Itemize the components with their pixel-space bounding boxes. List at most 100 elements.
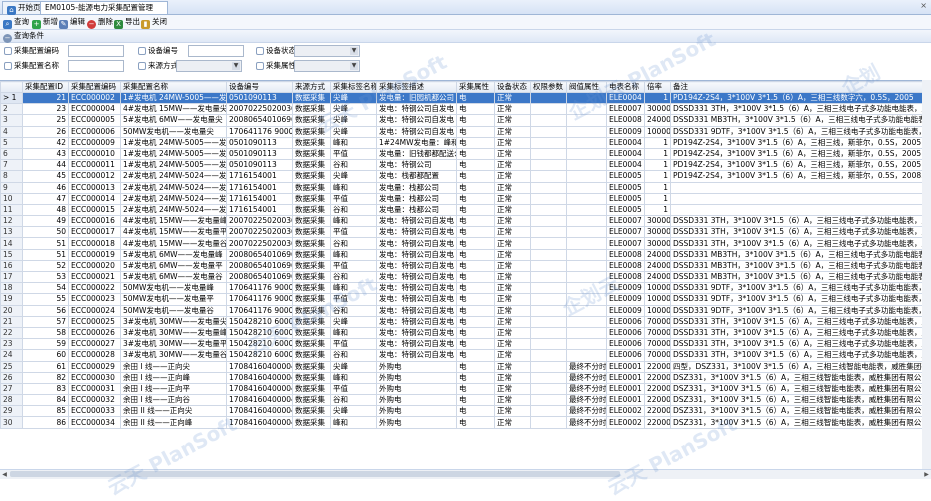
table-cell[interactable]: 数据采集 xyxy=(293,350,331,361)
table-cell[interactable]: DSSD331 9DTF，3*100V 3*1.5（6）A，三相三线电子式多功能… xyxy=(671,294,931,305)
table-cell[interactable]: 电 xyxy=(457,294,495,305)
table-cell[interactable] xyxy=(531,227,567,238)
table-cell[interactable]: 26 xyxy=(23,126,69,137)
table-cell[interactable] xyxy=(531,339,567,350)
row-number[interactable]: 18 xyxy=(1,283,23,294)
table-cell[interactable]: DSSD331 MB3TH，3*100V 3*1.5（6）A，三相三线电子式多功… xyxy=(671,260,931,271)
table-cell[interactable]: 谷和 xyxy=(331,350,377,361)
table-cell[interactable]: 51 xyxy=(23,238,69,249)
table-cell[interactable]: 平值 xyxy=(331,260,377,271)
table-cell[interactable]: 21 xyxy=(23,93,69,104)
column-header[interactable]: 采集配置ID xyxy=(23,82,69,93)
table-cell[interactable]: 170841604000040 xyxy=(227,372,293,383)
table-cell[interactable]: 发电：特钢公司自发电 xyxy=(377,249,457,260)
row-number[interactable]: 30 xyxy=(1,417,23,428)
table-cell[interactable]: 数据采集 xyxy=(293,137,331,148)
table-cell[interactable]: ELE0006 xyxy=(607,339,645,350)
table-cell[interactable]: 1#发电机 24MW-5005——发电量峰 xyxy=(121,137,227,148)
table-cell[interactable]: 正常 xyxy=(495,327,531,338)
table-cell[interactable]: 数据采集 xyxy=(293,260,331,271)
table-cell[interactable]: 发电量：旧园机都公司 xyxy=(377,93,457,104)
table-cell[interactable]: 电 xyxy=(457,193,495,204)
table-cell[interactable]: ELE0008 xyxy=(607,115,645,126)
table-cell[interactable]: 发电：特钢公司自发电 xyxy=(377,227,457,238)
table-cell[interactable] xyxy=(531,160,567,171)
table-cell[interactable]: 1 xyxy=(645,93,671,104)
table-cell[interactable]: ECC000018 xyxy=(69,238,121,249)
table-cell[interactable]: 谷和 xyxy=(331,204,377,215)
table-cell[interactable]: ECC000027 xyxy=(69,339,121,350)
table-row[interactable]: 643ECC0000101#发电机 24MW-5005——发电量平0501090… xyxy=(1,148,931,159)
table-row[interactable]: 2682ECC000030余田 I 线——正向峰170841604000040数… xyxy=(1,372,931,383)
table-cell[interactable]: DSSD331 3TH，3*100V 3*1.5（6）A，三相三线电子式多功能电… xyxy=(671,339,931,350)
table-cell[interactable] xyxy=(567,104,607,115)
checkbox-icon[interactable] xyxy=(138,47,146,55)
table-cell[interactable]: 0501090113 xyxy=(227,93,293,104)
table-cell[interactable]: 2#发电机 24MW-5024——发电量尖 xyxy=(121,171,227,182)
column-header[interactable]: 采集标签名称 xyxy=(331,82,377,93)
table-row[interactable]: 2783ECC000031余田 I 线——正向平170841604000040数… xyxy=(1,383,931,394)
delete-button[interactable]: −删除 xyxy=(87,16,113,28)
table-cell[interactable]: 峰和 xyxy=(331,417,377,428)
table-cell[interactable]: ECC000026 xyxy=(69,327,121,338)
table-cell[interactable]: ECC000010 xyxy=(69,148,121,159)
table-cell[interactable]: 发电：特钢公司自发电 xyxy=(377,283,457,294)
table-cell[interactable]: 1 xyxy=(645,171,671,182)
table-cell[interactable]: 正常 xyxy=(495,93,531,104)
table-cell[interactable]: 170841604000040 xyxy=(227,361,293,372)
row-number[interactable]: 15 xyxy=(1,249,23,260)
table-cell[interactable]: 24000 xyxy=(645,272,671,283)
table-cell[interactable] xyxy=(531,350,567,361)
table-cell[interactable]: 峰和 xyxy=(331,372,377,383)
table-cell[interactable]: 220000 xyxy=(645,372,671,383)
table-cell[interactable]: 1 xyxy=(645,137,671,148)
table-cell[interactable]: ECC000011 xyxy=(69,160,121,171)
column-header[interactable]: 采集标签描述 xyxy=(377,82,457,93)
table-cell[interactable]: ECC000009 xyxy=(69,137,121,148)
close-tab-icon[interactable]: × xyxy=(920,1,927,10)
table-cell[interactable]: 70000 xyxy=(645,316,671,327)
table-cell[interactable] xyxy=(531,171,567,182)
table-cell[interactable]: 电 xyxy=(457,305,495,316)
table-cell[interactable]: 20070225020036 xyxy=(227,104,293,115)
table-cell[interactable]: ELE0009 xyxy=(607,126,645,137)
table-cell[interactable] xyxy=(531,305,567,316)
table-cell[interactable]: DSSD331 3TH，3*100V 3*1.5（6）A，三相三线电子式多功能电… xyxy=(671,227,931,238)
table-cell[interactable]: 峰和 xyxy=(331,327,377,338)
table-cell[interactable]: 数据采集 xyxy=(293,126,331,137)
table-cell[interactable]: 数据采集 xyxy=(293,327,331,338)
table-cell[interactable]: 数据采集 xyxy=(293,227,331,238)
table-cell[interactable]: 1#发电机 24MW-5005——发电量日 xyxy=(121,93,227,104)
column-header[interactable]: 备注 xyxy=(671,82,931,93)
table-cell[interactable]: 170841604000040 xyxy=(227,395,293,406)
table-cell[interactable]: 数据采集 xyxy=(293,148,331,159)
table-cell[interactable]: 余田 II 线——正向尖 xyxy=(121,406,227,417)
table-cell[interactable]: DSZ331，3*100V 3*1.5（6）A，三相三线智能电能表，威胜集团有限… xyxy=(671,406,931,417)
table-cell[interactable] xyxy=(567,126,607,137)
table-cell[interactable]: 20080654010696 xyxy=(227,115,293,126)
table-row[interactable]: 1249ECC0000164#发电机 15MW——发电量峰20070225020… xyxy=(1,216,931,227)
device-status-select[interactable]: ▼ xyxy=(294,45,360,57)
table-cell[interactable]: 正常 xyxy=(495,171,531,182)
table-cell[interactable]: 尖峰 xyxy=(331,361,377,372)
row-number[interactable]: 22 xyxy=(1,327,23,338)
row-number[interactable]: 6 xyxy=(1,148,23,159)
table-cell[interactable] xyxy=(531,316,567,327)
table-cell[interactable]: 220000 xyxy=(645,395,671,406)
table-cell[interactable]: DSSD331 9DTF，3*100V 3*1.5（6）A，三相三线电子式多功能… xyxy=(671,126,931,137)
table-cell[interactable]: 正常 xyxy=(495,216,531,227)
table-cell[interactable]: 50MW发电机——发电量峰 xyxy=(121,283,227,294)
table-cell[interactable]: 数据采集 xyxy=(293,294,331,305)
table-cell[interactable]: 发电：特钢公司自发电 xyxy=(377,126,457,137)
table-cell[interactable]: 电 xyxy=(457,148,495,159)
config-name-input[interactable] xyxy=(68,60,124,72)
table-cell[interactable] xyxy=(671,204,931,215)
table-cell[interactable]: 48 xyxy=(23,204,69,215)
table-cell[interactable]: 2#发电机 24MW-5024——发电量平 xyxy=(121,193,227,204)
row-number[interactable]: 9 xyxy=(1,182,23,193)
table-cell[interactable]: 发电：特钢公司自发电 xyxy=(377,216,457,227)
table-cell[interactable]: DSSD331 MB3TH，3*100V 3*1.5（6）A，三相三线电子式多功… xyxy=(671,115,931,126)
table-cell[interactable]: ELE0001 xyxy=(607,372,645,383)
row-number[interactable]: 25 xyxy=(1,361,23,372)
table-cell[interactable]: 正常 xyxy=(495,249,531,260)
